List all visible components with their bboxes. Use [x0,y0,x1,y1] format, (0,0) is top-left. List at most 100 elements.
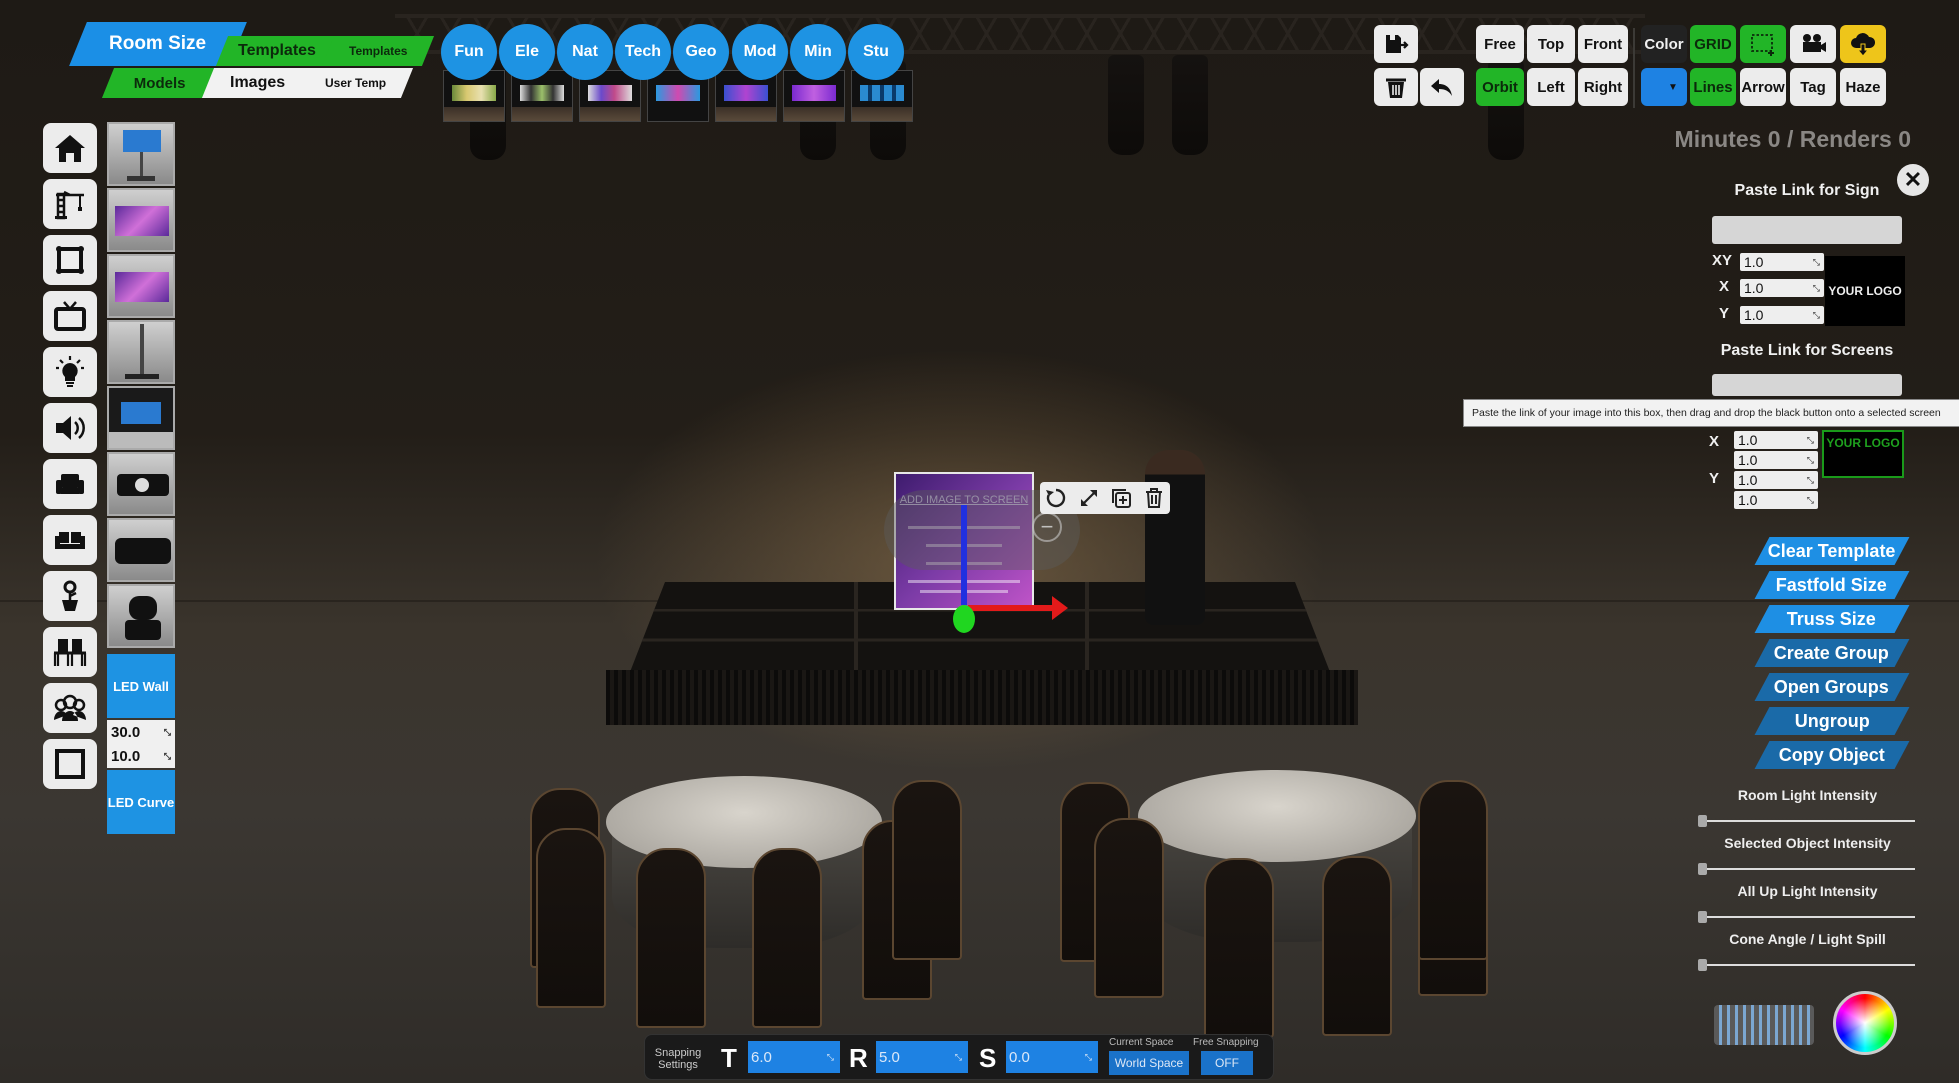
cone-angle-slider[interactable] [1698,959,1915,971]
gizmo-x-arrowhead[interactable] [1052,596,1068,620]
audio-button[interactable] [43,403,97,453]
presenter-figure[interactable] [1145,450,1205,625]
translate-snap-field[interactable]: 6.0 ⤡ [748,1041,840,1073]
room-light-slider[interactable] [1698,815,1915,827]
free-snapping-toggle[interactable]: OFF [1201,1051,1253,1075]
spin-icon[interactable]: ⤡ [164,727,171,738]
spin-icon[interactable]: ⤡ [1807,435,1814,446]
scale-snap-field[interactable]: 0.0 ⤡ [1006,1041,1098,1073]
slider-thumb[interactable] [1698,911,1707,923]
template-category-geo[interactable]: Geo [673,24,729,80]
view-orbit-button[interactable]: Orbit [1476,68,1524,106]
tag-tool-button[interactable]: Tag [1790,68,1836,106]
spin-icon[interactable]: ⤡ [955,1052,962,1063]
viewport-3d[interactable]: ADD IMAGE TO SCREEN − Room Size Template… [0,0,1959,1083]
rotate-icon[interactable] [1044,486,1068,510]
sofa-button[interactable] [43,515,97,565]
selected-object-intensity-slider[interactable] [1698,863,1915,875]
screens-button[interactable] [43,291,97,341]
sign-y-field[interactable]: 1.0 ⤡ [1740,306,1824,324]
clear-template-button[interactable]: Clear Template [1754,537,1910,565]
remove-icon[interactable]: − [1032,512,1062,542]
screens-logo-drag-button[interactable]: YOUR LOGO [1822,430,1904,478]
spin-icon[interactable]: ⤡ [1813,257,1820,268]
template-category-fun[interactable]: Fun [441,24,497,80]
model-thumbnail-tv[interactable] [107,188,175,252]
spin-icon[interactable]: ⤡ [1807,475,1814,486]
screens-y-field-2[interactable]: 1.0 ⤡ [1734,491,1818,509]
lighting-button[interactable] [43,347,97,397]
screens-x-field-2[interactable]: 1.0 ⤡ [1734,451,1818,469]
screens-link-input[interactable] [1712,374,1902,396]
template-category-nat[interactable]: Nat [557,24,613,80]
seating-button[interactable] [43,627,97,677]
view-free-button[interactable]: Free [1476,25,1524,63]
spin-icon[interactable]: ⤡ [1807,495,1814,506]
copy-object-button[interactable]: Copy Object [1754,741,1910,769]
banquet-chair[interactable] [752,848,822,1028]
current-space-toggle[interactable]: World Space [1109,1051,1189,1075]
fastfold-size-button[interactable]: Fastfold Size [1754,571,1910,599]
view-top-button[interactable]: Top [1527,25,1575,63]
color-label-button[interactable]: Color [1641,25,1687,63]
model-thumbnail-screen-stand[interactable] [107,122,175,186]
decor-button[interactable] [43,571,97,621]
led-height-field[interactable]: 10.0 ⤡ [107,744,175,768]
tab-templates-secondary[interactable]: Templates [321,36,435,66]
save-export-button[interactable] [1374,25,1418,63]
trash-icon[interactable] [1142,486,1166,510]
delete-all-button[interactable] [1374,68,1418,106]
frames-button[interactable] [43,235,97,285]
led-wall-button[interactable]: LED Wall [107,654,175,718]
cloud-download-button[interactable] [1840,25,1886,63]
tab-models[interactable]: Models [101,68,219,98]
haze-button[interactable]: Haze [1840,68,1886,106]
shape-button[interactable] [43,739,97,789]
duplicate-icon[interactable] [1109,486,1133,510]
spin-icon[interactable]: ⤡ [1813,310,1820,321]
banquet-chair[interactable] [1094,818,1164,998]
sign-xy-field[interactable]: 1.0 ⤡ [1740,253,1824,271]
template-category-mod[interactable]: Mod [732,24,788,80]
lines-toggle-button[interactable]: Lines [1690,68,1736,106]
banquet-chair[interactable] [536,828,606,1008]
banquet-chair[interactable] [636,848,706,1028]
truss-size-button[interactable]: Truss Size [1754,605,1910,633]
up-light-intensity-slider[interactable] [1698,911,1915,923]
sign-logo-drag-button[interactable]: YOUR LOGO [1825,256,1905,326]
lounge-chair-button[interactable] [43,459,97,509]
slider-thumb[interactable] [1698,815,1707,827]
sign-x-field[interactable]: 1.0 ⤡ [1740,279,1824,297]
slider-thumb[interactable] [1698,959,1707,971]
model-thumbnail-camcorder[interactable] [107,518,175,582]
marquee-select-button[interactable] [1740,25,1786,63]
arrow-tool-button[interactable]: Arrow [1740,68,1786,106]
led-curve-button[interactable]: LED Curve [107,770,175,834]
model-thumbnail-ptz-camera[interactable] [107,584,175,648]
tab-templates[interactable]: Templates [215,36,339,66]
staging-button[interactable] [43,179,97,229]
sign-link-input[interactable] [1712,216,1902,244]
screens-y-field-1[interactable]: 1.0 ⤡ [1734,471,1818,489]
gizmo-z-handle[interactable] [953,605,975,633]
model-thumbnail-screen-drape[interactable] [107,386,175,450]
banquet-chair[interactable] [1418,780,1488,960]
open-groups-button[interactable]: Open Groups [1754,673,1910,701]
model-thumbnail-pole-stand[interactable] [107,320,175,384]
create-group-button[interactable]: Create Group [1754,639,1910,667]
template-category-tech[interactable]: Tech [615,24,671,80]
led-width-field[interactable]: 30.0 ⤡ [107,720,175,744]
camera-button[interactable] [1790,25,1836,63]
view-left-button[interactable]: Left [1527,68,1575,106]
template-category-ele[interactable]: Ele [499,24,555,80]
color-wheel-icon[interactable] [1833,991,1897,1055]
spin-icon[interactable]: ⤡ [164,751,171,762]
spin-icon[interactable]: ⤡ [1085,1052,1092,1063]
undo-button[interactable] [1420,68,1464,106]
slider-thumb[interactable] [1698,863,1707,875]
view-right-button[interactable]: Right [1578,68,1628,106]
color-picker-dropdown[interactable]: ▼ [1641,68,1687,106]
tab-images[interactable]: Images [201,68,315,98]
spin-icon[interactable]: ⤡ [1807,455,1814,466]
screens-x-field-1[interactable]: 1.0 ⤡ [1734,431,1818,449]
